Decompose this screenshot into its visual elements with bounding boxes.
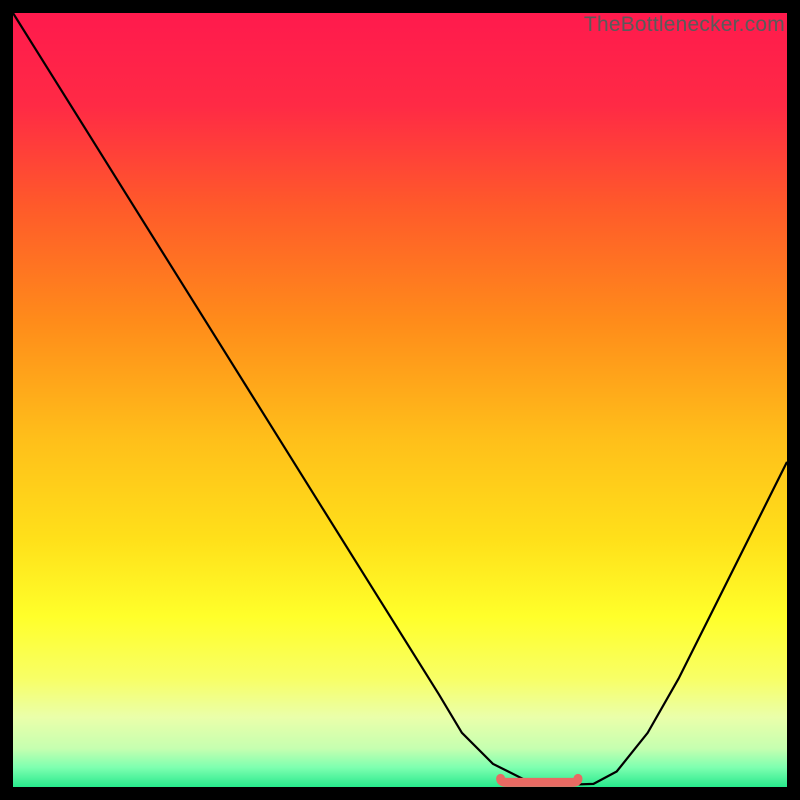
optimal-range-marker (501, 778, 578, 782)
watermark-text: TheBottlenecker.com (584, 13, 785, 37)
chart-frame: TheBottlenecker.com (13, 13, 787, 787)
bottleneck-chart (13, 13, 787, 787)
heat-gradient-background (13, 13, 787, 787)
